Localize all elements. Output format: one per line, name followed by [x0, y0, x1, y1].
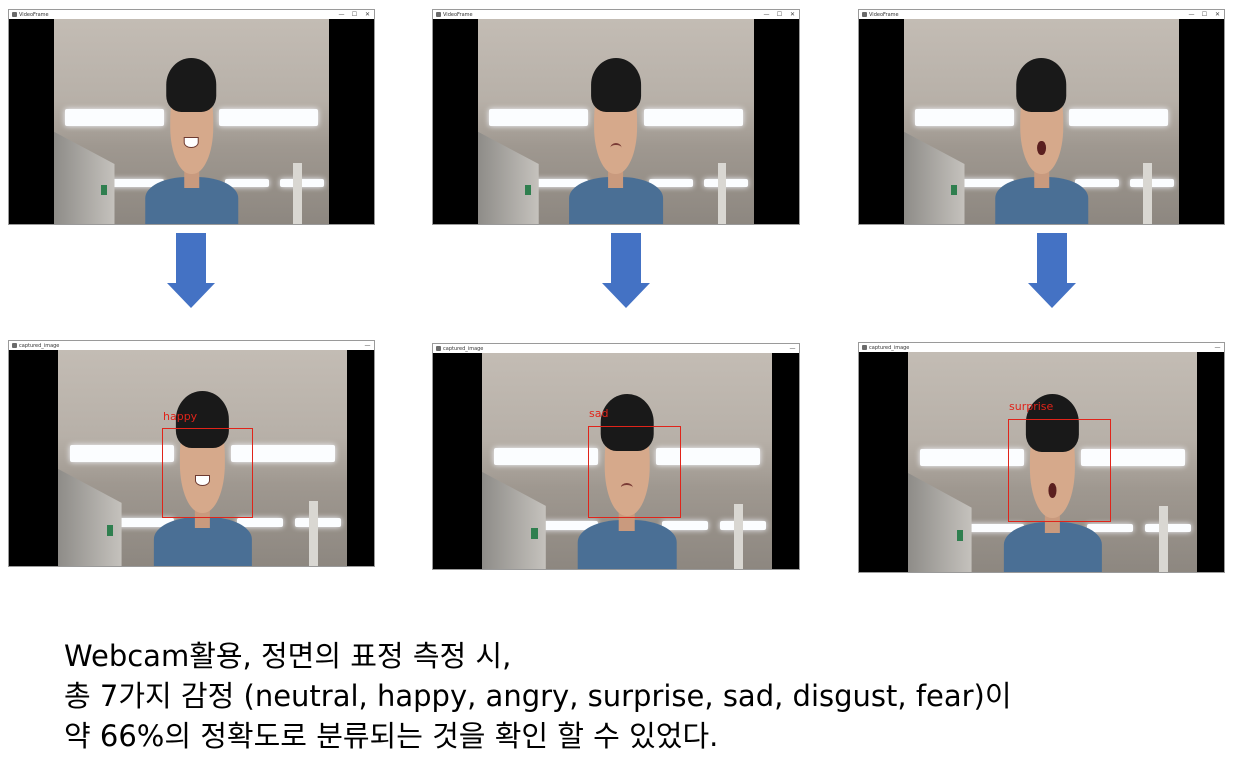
- app-icon: [436, 12, 441, 17]
- face-detection-box: [162, 428, 253, 518]
- hallway-wall: [54, 131, 115, 224]
- window-title: VideoFrame: [443, 11, 473, 18]
- emotion-label: surprise: [1009, 400, 1054, 413]
- close-icon[interactable]: ✕: [786, 10, 799, 19]
- arrow-down-icon: [602, 233, 650, 308]
- videoframe-window-2: VideoFrame — ☐ ✕: [432, 9, 800, 225]
- face-detection-box: [588, 426, 681, 518]
- pillar: [1159, 506, 1169, 572]
- captured-frame: surprise: [859, 352, 1224, 572]
- exit-sign: [100, 185, 107, 196]
- window-title: captured_image: [443, 345, 484, 352]
- window-title: VideoFrame: [19, 11, 49, 18]
- pillar: [309, 501, 319, 566]
- person: [144, 44, 239, 224]
- hallway-wall: [478, 131, 539, 224]
- webcam-frame: [433, 19, 799, 224]
- window-titlebar[interactable]: VideoFrame — ☐ ✕: [433, 10, 799, 19]
- maximize-icon[interactable]: ☐: [348, 10, 361, 19]
- webcam-scene: [54, 19, 329, 224]
- window-title: VideoFrame: [869, 11, 899, 18]
- minimize-icon[interactable]: —: [361, 341, 374, 350]
- caption-line: Webcam활용, 정면의 표정 측정 시,: [64, 639, 512, 673]
- close-icon[interactable]: ✕: [1211, 10, 1224, 19]
- exit-sign: [107, 524, 114, 536]
- captured-image-window-1: captured_image — happy: [8, 340, 375, 567]
- arrow-head: [167, 283, 215, 308]
- app-icon: [862, 12, 867, 17]
- window-title: captured_image: [869, 344, 910, 351]
- videoframe-window-3: VideoFrame — ☐ ✕: [858, 9, 1225, 225]
- pillar: [718, 162, 727, 224]
- window-titlebar[interactable]: VideoFrame — ☐ ✕: [859, 10, 1224, 19]
- webcam-frame: [859, 19, 1224, 224]
- captured-image-window-3: captured_image — surprise: [858, 342, 1225, 573]
- minimize-icon[interactable]: —: [760, 10, 773, 19]
- hallway-wall: [904, 131, 965, 224]
- maximize-icon[interactable]: ☐: [1198, 10, 1211, 19]
- arrow-shaft: [1037, 233, 1067, 283]
- captured-frame: sad: [433, 353, 799, 569]
- arrow-down-icon: [167, 233, 215, 308]
- exit-sign: [950, 185, 957, 196]
- hallway-wall: [58, 468, 122, 566]
- exit-sign: [531, 527, 538, 539]
- arrow-down-icon: [1028, 233, 1076, 308]
- emotion-label: sad: [589, 407, 609, 420]
- window-titlebar[interactable]: captured_image —: [433, 344, 799, 353]
- hair: [1016, 58, 1067, 113]
- minimize-icon[interactable]: —: [335, 10, 348, 19]
- pillar: [734, 504, 743, 569]
- caption-line: 총 7가지 감정 (neutral, happy, angry, surpris…: [64, 679, 1012, 713]
- app-icon: [862, 345, 867, 350]
- arrow-shaft: [611, 233, 641, 283]
- app-icon: [436, 346, 441, 351]
- hallway-wall: [482, 471, 546, 569]
- minimize-icon[interactable]: —: [1211, 343, 1224, 352]
- emotion-label: happy: [163, 410, 198, 423]
- minimize-icon[interactable]: —: [1185, 10, 1198, 19]
- hair: [166, 58, 217, 113]
- window-title: captured_image: [19, 342, 60, 349]
- pillar: [293, 162, 302, 224]
- close-icon[interactable]: ✕: [361, 10, 374, 19]
- ceiling-light: [279, 178, 324, 188]
- captured-frame: happy: [9, 350, 374, 566]
- frown-mouth: [610, 142, 622, 152]
- captured-image-window-2: captured_image — sad: [432, 343, 800, 570]
- ceiling-light: [1129, 178, 1174, 188]
- face-detection-box: [1008, 419, 1111, 522]
- window-titlebar[interactable]: captured_image —: [9, 341, 374, 350]
- hallway-wall: [908, 473, 972, 572]
- smile-mouth: [183, 137, 200, 149]
- videoframe-window-1: VideoFrame — ☐ ✕: [8, 9, 375, 225]
- app-icon: [12, 343, 17, 348]
- exit-sign: [957, 530, 964, 542]
- arrow-head: [1028, 283, 1076, 308]
- app-icon: [12, 12, 17, 17]
- person: [569, 44, 663, 224]
- result-caption: Webcam활용, 정면의 표정 측정 시, 총 7가지 감정 (neutral…: [64, 636, 1012, 756]
- maximize-icon[interactable]: ☐: [773, 10, 786, 19]
- caption-line: 약 66%의 정확도로 분류되는 것을 확인 할 수 있었다.: [64, 719, 719, 753]
- webcam-scene: [904, 19, 1179, 224]
- window-titlebar[interactable]: VideoFrame — ☐ ✕: [9, 10, 374, 19]
- pillar: [1143, 162, 1152, 224]
- window-titlebar[interactable]: captured_image —: [859, 343, 1224, 352]
- webcam-scene: [478, 19, 754, 224]
- exit-sign: [524, 185, 531, 196]
- minimize-icon[interactable]: —: [786, 344, 799, 353]
- arrow-shaft: [176, 233, 206, 283]
- webcam-frame: [9, 19, 374, 224]
- arrow-head: [602, 283, 650, 308]
- hair: [590, 58, 642, 113]
- person: [994, 44, 1089, 224]
